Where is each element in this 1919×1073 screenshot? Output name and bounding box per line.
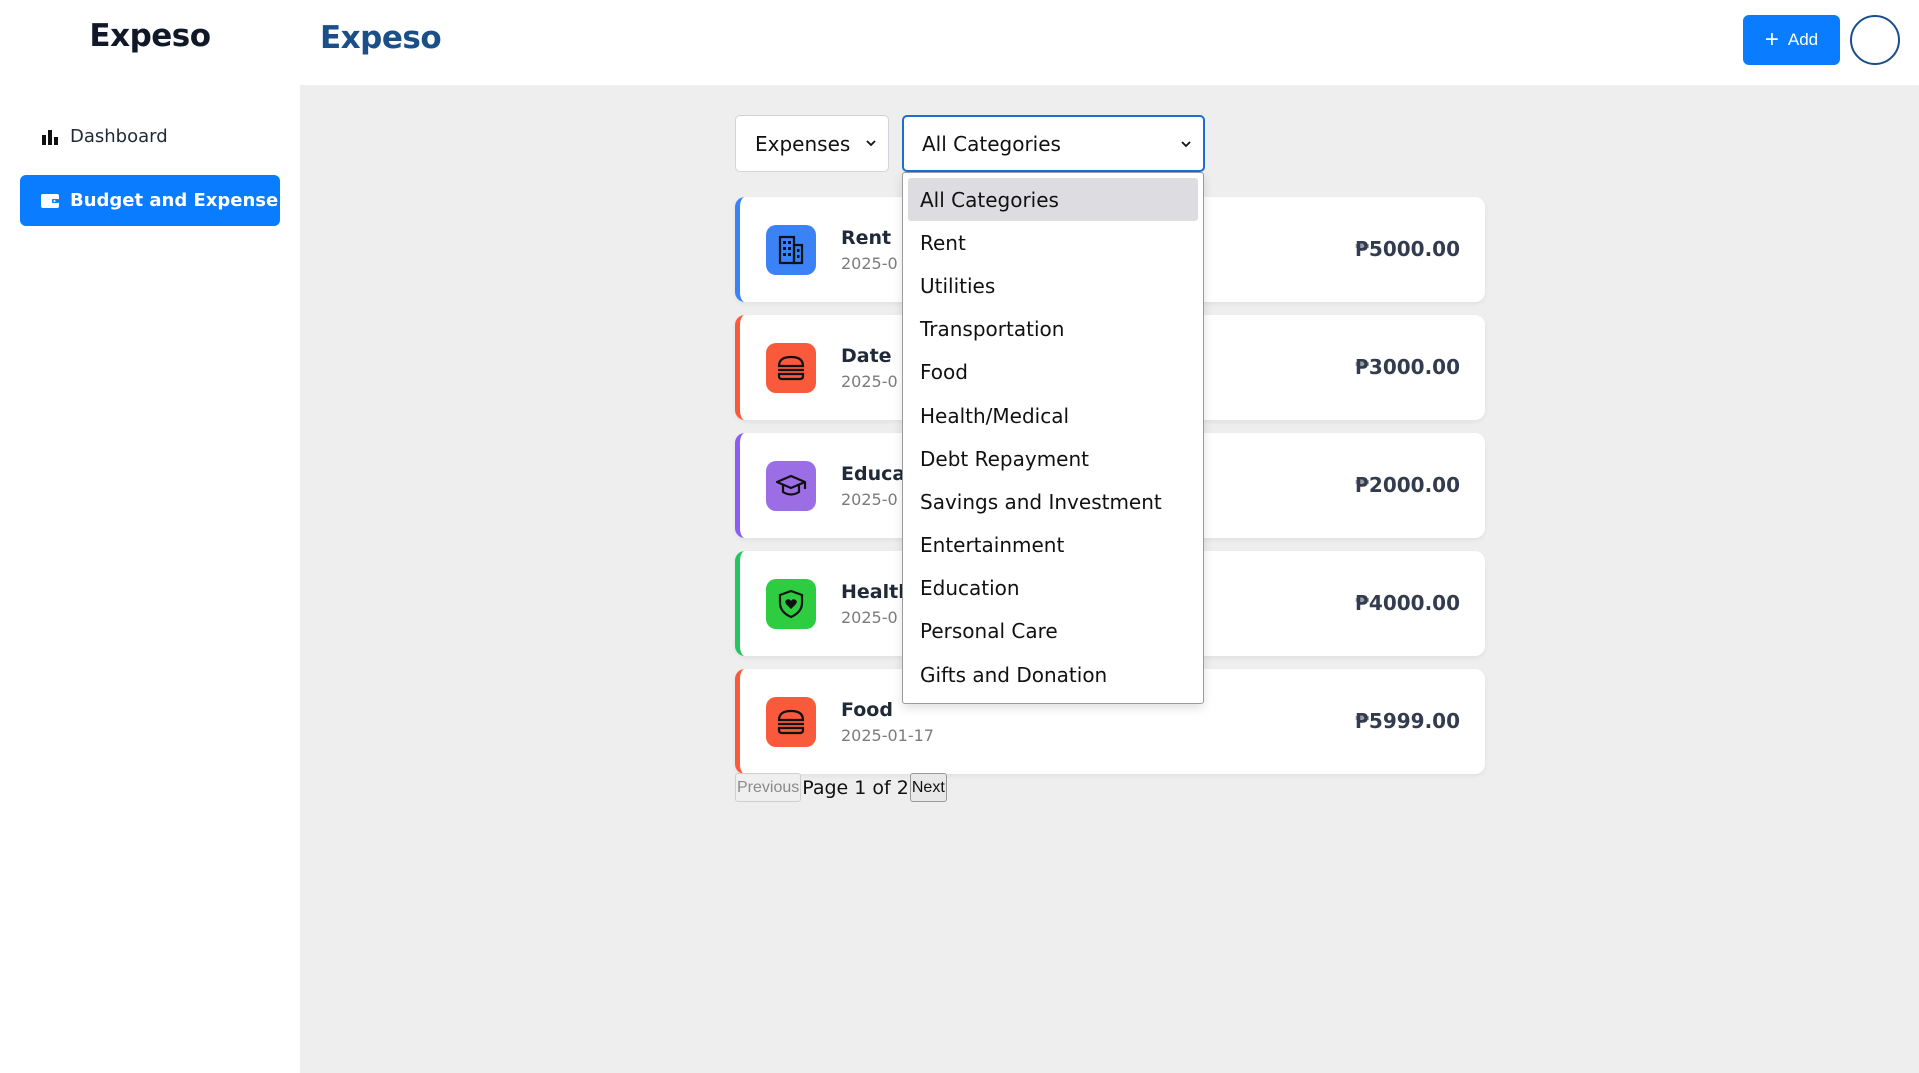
dropdown-option[interactable]: Utilities — [908, 264, 1198, 307]
graduation-cap-icon — [766, 461, 816, 511]
burger-icon — [766, 697, 816, 747]
expense-name: Rent — [841, 227, 892, 249]
category-dropdown: All Categories Rent Utilities Transporta… — [902, 172, 1204, 704]
sidebar-brand: Expeso — [89, 18, 211, 54]
expense-name: Food — [841, 699, 893, 721]
building-icon — [766, 225, 816, 275]
sidebar-item-budget-and-expense[interactable]: Budget and Expense — [20, 175, 280, 226]
expense-name: Educa — [841, 463, 906, 485]
bar-chart-icon — [40, 127, 60, 147]
page-title: Expeso — [320, 20, 442, 56]
pagination: Previous Page 1 of 2 Next — [735, 773, 947, 802]
add-button[interactable]: + Add — [1743, 15, 1840, 65]
type-select[interactable]: Expenses — [735, 115, 889, 172]
dropdown-option[interactable]: Debt Repayment — [908, 437, 1198, 480]
sidebar-item-label: Dashboard — [70, 126, 168, 147]
chevron-down-icon — [866, 140, 876, 147]
dropdown-option[interactable]: Health/Medical — [908, 394, 1198, 437]
add-button-label: Add — [1787, 30, 1819, 49]
expense-name: Date — [841, 345, 892, 367]
dropdown-option[interactable]: Entertainment — [908, 524, 1198, 567]
avatar[interactable] — [1850, 15, 1900, 65]
plus-icon: + — [1764, 26, 1779, 53]
chevron-down-icon — [1181, 141, 1191, 148]
expense-amount: ₱3000.00 — [1354, 355, 1460, 379]
expense-date: 2025-0 — [841, 372, 898, 391]
burger-icon — [766, 343, 816, 393]
dropdown-option[interactable]: Transportation — [908, 308, 1198, 351]
wallet-icon — [40, 191, 60, 211]
category-select[interactable]: All Categories — [902, 115, 1205, 172]
dropdown-option[interactable]: Education — [908, 567, 1198, 610]
dropdown-option[interactable]: Rent — [908, 221, 1198, 264]
expense-amount: ₱5999.00 — [1354, 709, 1460, 733]
expense-amount: ₱2000.00 — [1354, 473, 1460, 497]
expense-amount: ₱4000.00 — [1354, 591, 1460, 615]
dropdown-option[interactable]: Gifts and Donation — [908, 653, 1198, 696]
page-info: Page 1 of 2 — [802, 776, 909, 799]
sidebar-item-dashboard[interactable]: Dashboard — [20, 111, 280, 162]
dropdown-option[interactable]: Savings and Investment — [908, 480, 1198, 523]
type-select-value: Expenses — [755, 131, 851, 156]
previous-button[interactable]: Previous — [735, 773, 802, 802]
dropdown-option[interactable]: All Categories — [908, 178, 1198, 222]
topbar: Expeso + Add — [300, 0, 1919, 85]
shield-heart-icon — [766, 579, 816, 629]
category-select-value: All Categories — [922, 131, 1061, 156]
expense-date: 2025-0 — [841, 608, 898, 627]
expense-date: 2025-0 — [841, 254, 898, 273]
next-button[interactable]: Next — [909, 773, 947, 802]
sidebar-item-label: Budget and Expense — [70, 190, 279, 211]
sidebar: Expeso Dashboard Budget and Expense — [0, 0, 300, 1073]
expense-date: 2025-0 — [841, 490, 898, 509]
expense-amount: ₱5000.00 — [1354, 237, 1460, 261]
expense-date: 2025-01-17 — [841, 726, 934, 745]
dropdown-option[interactable]: Personal Care — [908, 610, 1198, 653]
dropdown-option[interactable]: Food — [908, 351, 1198, 394]
